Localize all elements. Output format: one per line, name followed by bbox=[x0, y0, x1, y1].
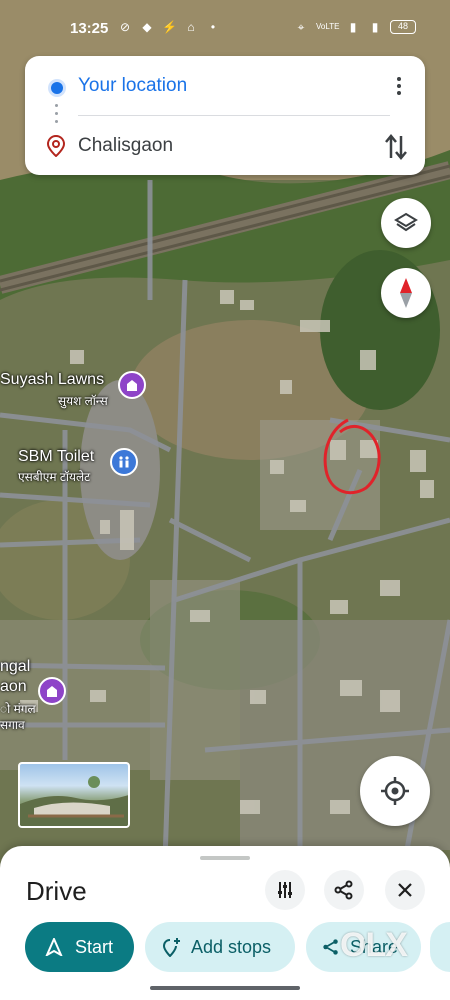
origin-field[interactable]: Your location bbox=[78, 75, 187, 97]
close-button[interactable] bbox=[385, 870, 425, 910]
sheet-grab-handle[interactable] bbox=[200, 856, 250, 860]
destination-pin-icon bbox=[46, 135, 66, 157]
directions-card: Your location Chalisgaon bbox=[25, 56, 425, 175]
add-stops-button[interactable]: Add stops bbox=[145, 922, 295, 972]
place-label-sbm-toilet[interactable]: SBM Toilet bbox=[18, 448, 94, 466]
share-icon bbox=[334, 880, 353, 900]
field-divider bbox=[78, 115, 390, 116]
route-options-button[interactable] bbox=[265, 870, 305, 910]
start-navigation-button[interactable]: Start bbox=[25, 922, 134, 972]
venue-poi-icon-2[interactable] bbox=[38, 677, 66, 705]
my-location-button[interactable] bbox=[360, 756, 430, 826]
tune-icon bbox=[278, 882, 292, 898]
restroom-poi-icon[interactable] bbox=[110, 448, 138, 476]
signal-icon-2: ▮ bbox=[371, 20, 379, 34]
signal-icon: ▮ bbox=[349, 20, 357, 34]
compass-button[interactable] bbox=[381, 268, 431, 318]
place-sublabel-sbm-toilet: एसबीएम टॉयलेट bbox=[18, 470, 91, 484]
travel-mode-title: Drive bbox=[26, 876, 87, 906]
battery-icon: 48 bbox=[390, 20, 416, 34]
layers-button[interactable] bbox=[381, 198, 431, 248]
share-route-button[interactable] bbox=[324, 870, 364, 910]
navigation-arrow-icon bbox=[45, 938, 63, 956]
venue-poi-icon[interactable] bbox=[118, 371, 146, 399]
add-location-icon bbox=[162, 938, 180, 957]
add-stops-label: Add stops bbox=[191, 936, 272, 957]
home-icon: ⌂ bbox=[187, 20, 195, 34]
directions-bottom-sheet: Drive Start Add stops Share bbox=[0, 846, 450, 1000]
status-time: 13:25 bbox=[70, 20, 109, 37]
start-label: Start bbox=[75, 936, 114, 957]
place-label-partial[interactable]: ngal bbox=[0, 658, 30, 676]
dot-icon: • bbox=[210, 20, 216, 34]
compass-icon bbox=[400, 278, 412, 308]
flash-icon: ⚡ bbox=[162, 20, 177, 34]
status-bar: 13:25 ⊘ ◆ ⚡ ⌂ • ⌖ VoLTE ▮ ▮ 48 bbox=[0, 0, 450, 58]
gesture-home-bar[interactable] bbox=[150, 986, 300, 990]
destination-field[interactable]: Chalisgaon bbox=[78, 135, 173, 157]
place-sublabel-suyash-lawns: सुयश लॉन्स bbox=[58, 394, 108, 408]
layers-icon bbox=[394, 212, 418, 232]
location-icon: ⌖ bbox=[297, 20, 305, 34]
system-icons: ⌖ VoLTE ▮ ▮ 48 bbox=[294, 20, 416, 34]
more-chips-button[interactable] bbox=[430, 922, 450, 972]
swap-icon[interactable] bbox=[383, 132, 409, 162]
my-location-icon bbox=[381, 777, 409, 805]
place-label-partial-2: aon bbox=[0, 678, 27, 695]
do-not-disturb-icon: ⊘ bbox=[119, 20, 131, 34]
olx-watermark: OLX bbox=[340, 926, 408, 964]
street-view-thumbnail[interactable] bbox=[18, 762, 130, 828]
share-icon bbox=[323, 939, 338, 955]
origin-dot-icon bbox=[51, 82, 63, 94]
place-sublabel-partial-2: सगाव bbox=[0, 718, 25, 732]
more-options-button[interactable] bbox=[387, 70, 411, 102]
volte-icon: VoLTE bbox=[316, 22, 340, 31]
origin-row[interactable]: Your location bbox=[25, 62, 425, 112]
destination-row[interactable]: Chalisgaon bbox=[25, 122, 425, 172]
place-sublabel-partial: ो मंगल bbox=[0, 702, 36, 716]
close-icon bbox=[398, 883, 412, 897]
app-notification-icon: ◆ bbox=[142, 20, 152, 34]
notification-icons: ⊘ ◆ ⚡ ⌂ • bbox=[118, 20, 220, 34]
place-label-suyash-lawns[interactable]: Suyash Lawns bbox=[0, 371, 104, 389]
